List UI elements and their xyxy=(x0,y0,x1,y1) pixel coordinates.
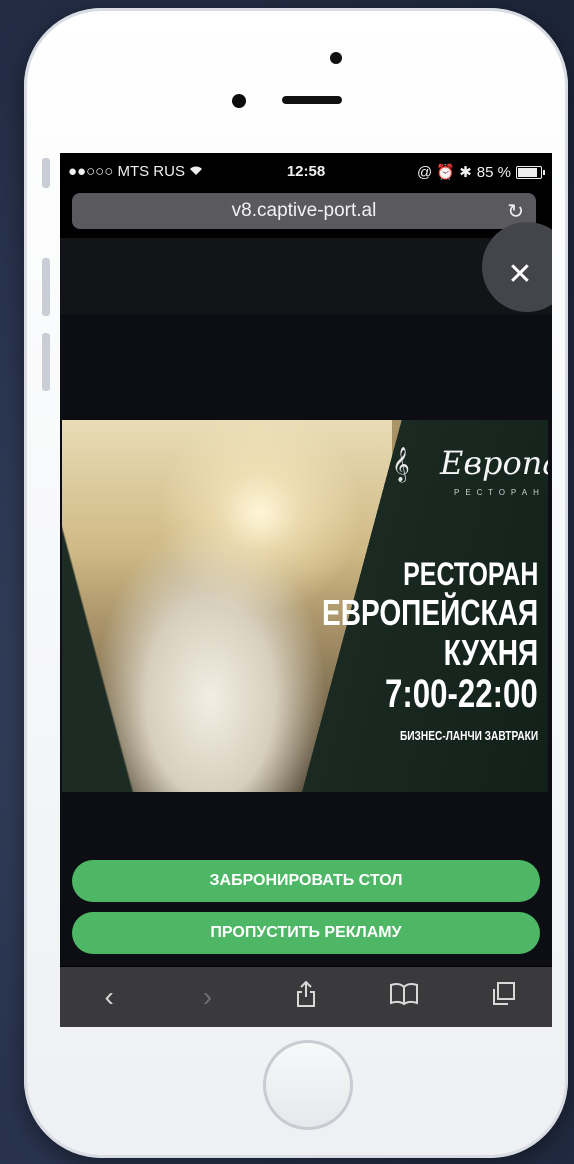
book-table-button[interactable]: ЗАБРОНИРОВАТЬ СТОЛ xyxy=(72,860,540,902)
ad-top-band xyxy=(60,238,552,314)
battery-icon xyxy=(516,165,545,179)
volume-down-button xyxy=(42,333,50,391)
earpiece-speaker xyxy=(282,96,342,104)
bookmarks-icon[interactable] xyxy=(374,981,434,1013)
reload-icon[interactable]: ↻ xyxy=(507,199,524,224)
brand-logo: Европа xyxy=(440,444,548,482)
ad-leaf-panel xyxy=(62,420,162,792)
tabs-icon[interactable] xyxy=(473,981,533,1014)
browser-toolbar: ‹ › xyxy=(60,967,552,1027)
share-icon[interactable] xyxy=(276,980,336,1015)
close-icon: ✕ xyxy=(507,257,533,291)
forward-icon[interactable]: › xyxy=(178,981,238,1013)
url-text: v8.captive-port.al xyxy=(231,200,377,221)
phone-screen: ●●○○○ MTS RUS 12:58 @ ⏰ ✱ 85 % v8.captiv… xyxy=(60,153,552,1027)
front-camera xyxy=(232,94,246,108)
ad-line-european: ЕВРОПЕЙСКАЯ xyxy=(321,592,538,633)
restaurant-ad-banner[interactable]: 𝄞 Европа РЕСТОРАН РЕСТОРАН ЕВРОПЕЙСКАЯ К… xyxy=(62,420,548,792)
ad-line-offers: БИЗНЕС-ЛАНЧИ ЗАВТРАКИ xyxy=(399,728,538,743)
battery-percent: 85 % xyxy=(476,163,511,181)
status-bar: ●●○○○ MTS RUS 12:58 @ ⏰ ✱ 85 % xyxy=(60,153,552,187)
mute-switch xyxy=(42,158,50,188)
skip-ad-button[interactable]: ПРОПУСТИТЬ РЕКЛАМУ xyxy=(72,912,540,954)
address-bar[interactable]: v8.captive-port.al ↻ xyxy=(72,193,536,229)
home-button[interactable] xyxy=(263,1040,353,1130)
piano-icon: 𝄞 xyxy=(392,448,410,481)
battery-fill xyxy=(518,167,537,177)
volume-up-button xyxy=(42,258,50,316)
ad-line-cuisine: КУХНЯ xyxy=(443,632,538,673)
status-icons: @ ⏰ ✱ xyxy=(416,164,472,181)
ad-line-restaurant: РЕСТОРАН xyxy=(402,556,538,592)
back-icon[interactable]: ‹ xyxy=(79,981,139,1013)
status-right: @ ⏰ ✱ 85 % xyxy=(416,163,545,181)
web-content: ✕ 𝄞 Европа РЕСТОРАН РЕСТОРАН ЕВРОПЕЙСКАЯ… xyxy=(60,222,552,966)
brand-subtitle: РЕСТОРАН xyxy=(454,488,545,497)
proximity-sensor xyxy=(330,52,342,64)
ad-line-hours: 7:00-22:00 xyxy=(385,672,538,716)
